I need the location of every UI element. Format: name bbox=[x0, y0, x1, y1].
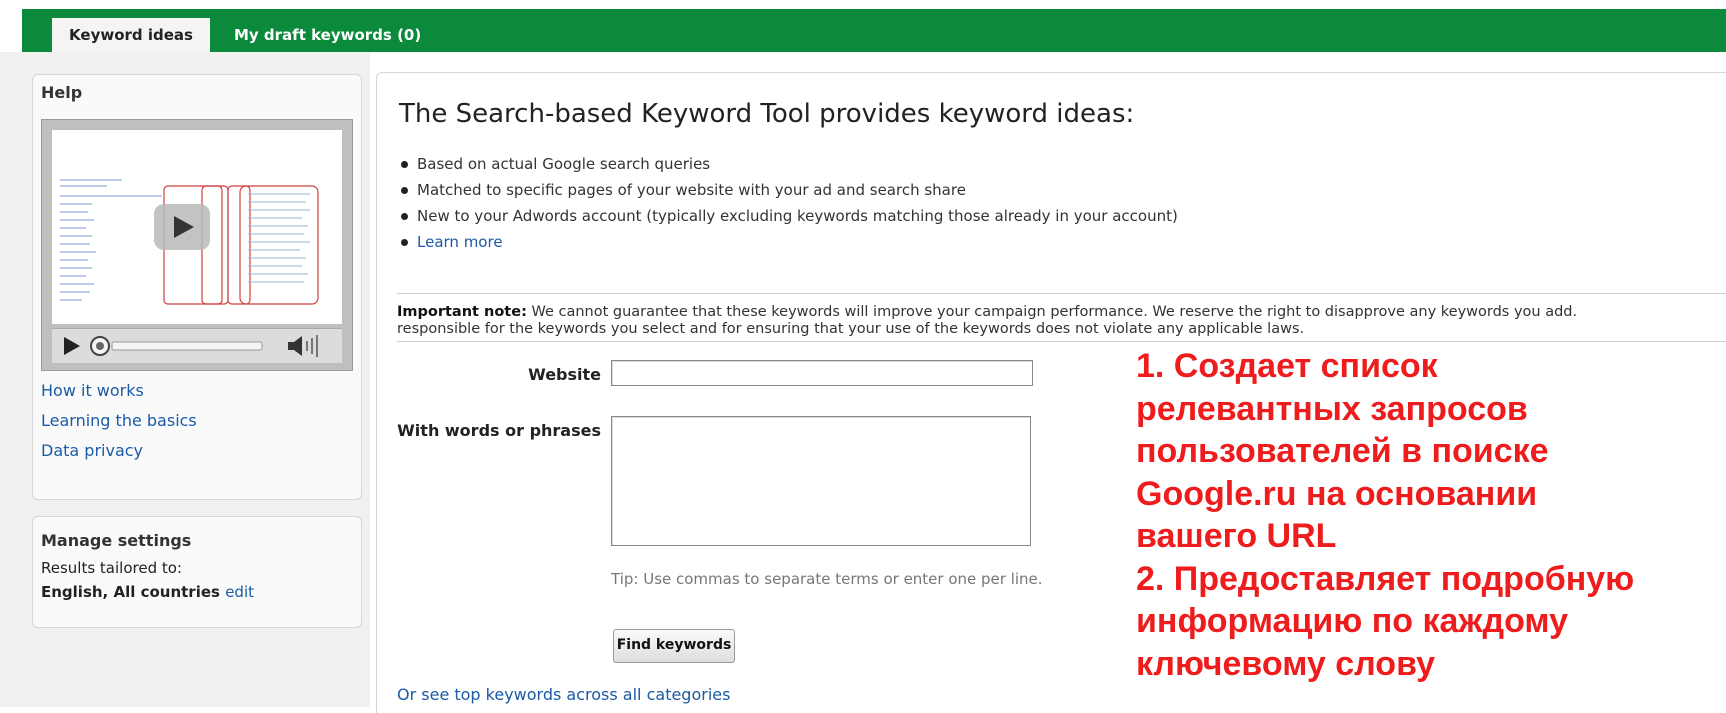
divider bbox=[397, 341, 1726, 342]
video-controls bbox=[52, 328, 342, 363]
manage-settings-title: Manage settings bbox=[41, 531, 192, 550]
volume-icon[interactable] bbox=[288, 335, 318, 357]
list-item: Matched to specific pages of your websit… bbox=[399, 177, 1178, 203]
video-screen[interactable] bbox=[52, 130, 342, 324]
page-title: The Search-based Keyword Tool provides k… bbox=[399, 99, 1135, 129]
words-or-phrases-label: With words or phrases bbox=[397, 421, 601, 440]
list-item: Learn more bbox=[399, 229, 1178, 255]
play-icon[interactable] bbox=[64, 337, 80, 355]
learning-the-basics-link[interactable]: Learning the basics bbox=[41, 411, 197, 430]
learn-more-link[interactable]: Learn more bbox=[417, 233, 503, 251]
words-or-phrases-textarea[interactable] bbox=[611, 416, 1031, 546]
manage-settings-panel: Manage settings Results tailored to: Eng… bbox=[32, 516, 362, 628]
language-country-value: English, All countries bbox=[41, 583, 220, 601]
video-thumbnail-image bbox=[52, 130, 342, 324]
tab-bar: Keyword ideas My draft keywords (0) bbox=[22, 9, 1726, 52]
edit-settings-link[interactable]: edit bbox=[225, 583, 254, 601]
annotation-line: 1. Создает список bbox=[1136, 347, 1438, 385]
list-item: Based on actual Google search queries bbox=[399, 151, 1178, 177]
website-label: Website bbox=[528, 365, 601, 384]
how-it-works-link[interactable]: How it works bbox=[41, 381, 144, 400]
annotation-overlay: 1. Создает список релевантных запросов п… bbox=[1136, 345, 1726, 685]
see-top-keywords-link[interactable]: Or see top keywords across all categorie… bbox=[397, 685, 730, 704]
note-line-2: responsible for the keywords you select … bbox=[397, 321, 1305, 337]
note-line-1: We cannot guarantee that these keywords … bbox=[531, 304, 1578, 320]
help-title: Help bbox=[41, 83, 83, 102]
annotation-line: релевантных запросов bbox=[1136, 389, 1528, 428]
tab-my-draft-keywords[interactable]: My draft keywords (0) bbox=[234, 18, 421, 52]
seek-bar[interactable] bbox=[111, 341, 263, 351]
list-item: New to your Adwords account (typically e… bbox=[399, 203, 1178, 229]
important-note: Important note: We cannot guarantee that… bbox=[397, 293, 1726, 338]
annotation-line: информацию по каждому bbox=[1136, 602, 1569, 640]
input-tip: Tip: Use commas to separate terms or ent… bbox=[611, 570, 1043, 588]
annotation-line: ключевому слову bbox=[1136, 644, 1436, 683]
note-label: Important note: bbox=[397, 304, 527, 320]
annotation-line: пользователей в поиске bbox=[1136, 432, 1549, 470]
results-tailored-label: Results tailored to: bbox=[41, 559, 182, 577]
data-privacy-link[interactable]: Data privacy bbox=[41, 441, 143, 460]
find-keywords-button[interactable]: Find keywords bbox=[613, 629, 735, 663]
help-panel: Help How it works Learning the basics Da… bbox=[32, 74, 362, 500]
website-input[interactable] bbox=[611, 360, 1033, 386]
annotation-line: Google.ru на основании bbox=[1136, 474, 1538, 513]
annotation-line: 2. Предоставляет подробную bbox=[1136, 559, 1635, 598]
help-video-player[interactable] bbox=[41, 119, 353, 371]
tab-keyword-ideas[interactable]: Keyword ideas bbox=[52, 18, 210, 52]
results-tailored-value: English, All countries edit bbox=[41, 583, 254, 601]
annotation-line: вашего URL bbox=[1136, 517, 1337, 555]
feature-list: Based on actual Google search queries Ma… bbox=[399, 151, 1178, 255]
